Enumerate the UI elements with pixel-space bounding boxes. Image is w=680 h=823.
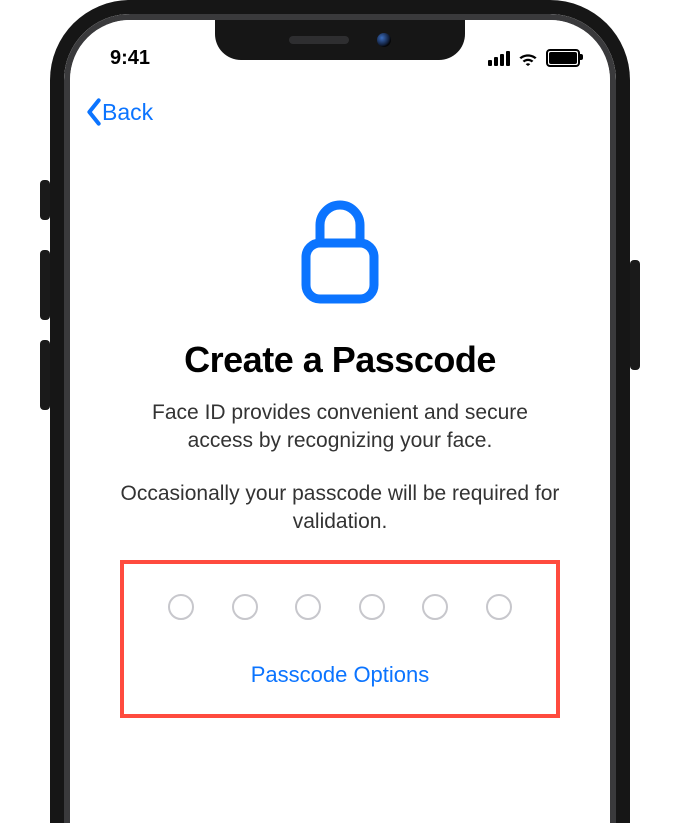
lock-icon: [295, 191, 385, 311]
passcode-dot: [295, 594, 321, 620]
page-title: Create a Passcode: [110, 339, 570, 381]
battery-icon: [546, 49, 580, 67]
phone-mute-switch: [40, 180, 50, 220]
wifi-icon: [517, 50, 539, 66]
phone-volume-up-button: [40, 250, 50, 320]
speaker-grille: [289, 36, 349, 44]
passcode-options-button[interactable]: Passcode Options: [164, 662, 516, 688]
page-description-1: Face ID provides convenient and secure a…: [120, 399, 560, 456]
passcode-dot: [232, 594, 258, 620]
passcode-dot: [359, 594, 385, 620]
back-label: Back: [102, 99, 153, 126]
phone-side-button: [630, 260, 640, 370]
screen: 9:41 Back: [70, 20, 610, 817]
navigation-bar: Back: [70, 80, 610, 131]
content-area: Create a Passcode Face ID provides conve…: [70, 191, 610, 718]
annotation-highlight: Passcode Options: [120, 560, 560, 718]
phone-frame: 9:41 Back: [50, 0, 630, 823]
notch: [215, 20, 465, 60]
page-description-2: Occasionally your passcode will be requi…: [120, 480, 560, 537]
status-time: 9:41: [110, 47, 150, 70]
cellular-signal-icon: [488, 51, 510, 66]
chevron-left-icon: [84, 98, 104, 126]
phone-volume-down-button: [40, 340, 50, 410]
passcode-field[interactable]: [164, 594, 516, 620]
passcode-dot: [486, 594, 512, 620]
back-button[interactable]: Back: [84, 98, 153, 126]
front-camera: [377, 33, 391, 47]
passcode-dot: [168, 594, 194, 620]
passcode-dot: [422, 594, 448, 620]
